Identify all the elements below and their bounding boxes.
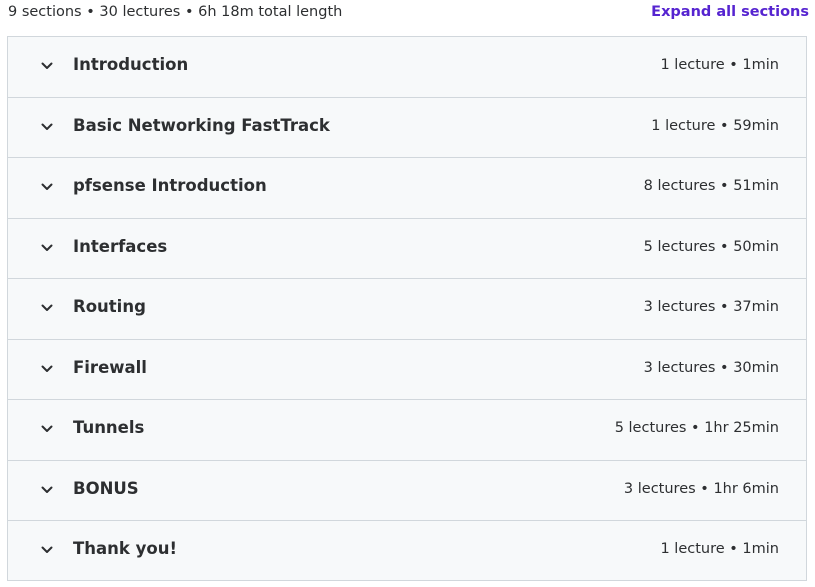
section-title: Thank you! xyxy=(73,539,177,558)
expand-all-sections-button[interactable]: Expand all sections xyxy=(651,4,809,20)
chevron-down-icon xyxy=(40,241,54,255)
curriculum-section-list: Introduction 1 lecture • 1min Basic Netw… xyxy=(7,36,807,581)
course-summary: 9 sections • 30 lectures • 6h 18m total … xyxy=(8,4,343,20)
section-title: Tunnels xyxy=(73,418,145,437)
section-lecture-count: 5 lectures • 1hr 25min xyxy=(614,420,779,436)
chevron-down-icon xyxy=(40,59,54,73)
section-title: Introduction xyxy=(73,55,189,74)
chevron-down-icon xyxy=(40,362,54,376)
section-lecture-count: 1 lecture • 1min xyxy=(660,541,779,557)
section-row-firewall[interactable]: Firewall 3 lectures • 30min xyxy=(8,340,806,400)
section-row-pfsense-introduction[interactable]: pfsense Introduction 8 lectures • 51min xyxy=(8,158,806,219)
section-row-interfaces[interactable]: Interfaces 5 lectures • 50min xyxy=(8,219,806,279)
section-row-introduction[interactable]: Introduction 1 lecture • 1min xyxy=(8,37,806,98)
section-row-basic-networking[interactable]: Basic Networking FastTrack 1 lecture • 5… xyxy=(8,98,806,158)
section-title: Interfaces xyxy=(73,236,168,256)
chevron-down-icon xyxy=(40,543,54,557)
chevron-down-icon xyxy=(40,422,54,436)
section-title: Routing xyxy=(73,297,146,316)
section-lecture-count: 8 lectures • 51min xyxy=(643,178,779,194)
curriculum-header: 9 sections • 30 lectures • 6h 18m total … xyxy=(0,0,815,28)
section-lecture-count: 1 lecture • 1min xyxy=(660,57,779,73)
section-row-routing[interactable]: Routing 3 lectures • 37min xyxy=(8,279,806,340)
section-lecture-count: 3 lectures • 30min xyxy=(643,359,779,376)
section-row-thank-you[interactable]: Thank you! 1 lecture • 1min xyxy=(8,521,806,582)
section-title: pfsense Introduction xyxy=(73,176,267,195)
chevron-down-icon xyxy=(40,483,54,497)
section-row-tunnels[interactable]: Tunnels 5 lectures • 1hr 25min xyxy=(8,400,806,461)
section-lecture-count: 3 lectures • 1hr 6min xyxy=(623,480,779,497)
section-row-bonus[interactable]: BONUS 3 lectures • 1hr 6min xyxy=(8,461,806,521)
chevron-down-icon xyxy=(40,180,54,194)
section-title: Firewall xyxy=(73,357,147,377)
section-lecture-count: 3 lectures • 37min xyxy=(643,299,779,315)
section-title: BONUS xyxy=(73,478,139,498)
section-lecture-count: 1 lecture • 59min xyxy=(651,117,779,134)
section-title: Basic Networking FastTrack xyxy=(73,115,330,135)
chevron-down-icon xyxy=(40,120,54,134)
section-lecture-count: 5 lectures • 50min xyxy=(643,238,779,255)
chevron-down-icon xyxy=(40,301,54,315)
